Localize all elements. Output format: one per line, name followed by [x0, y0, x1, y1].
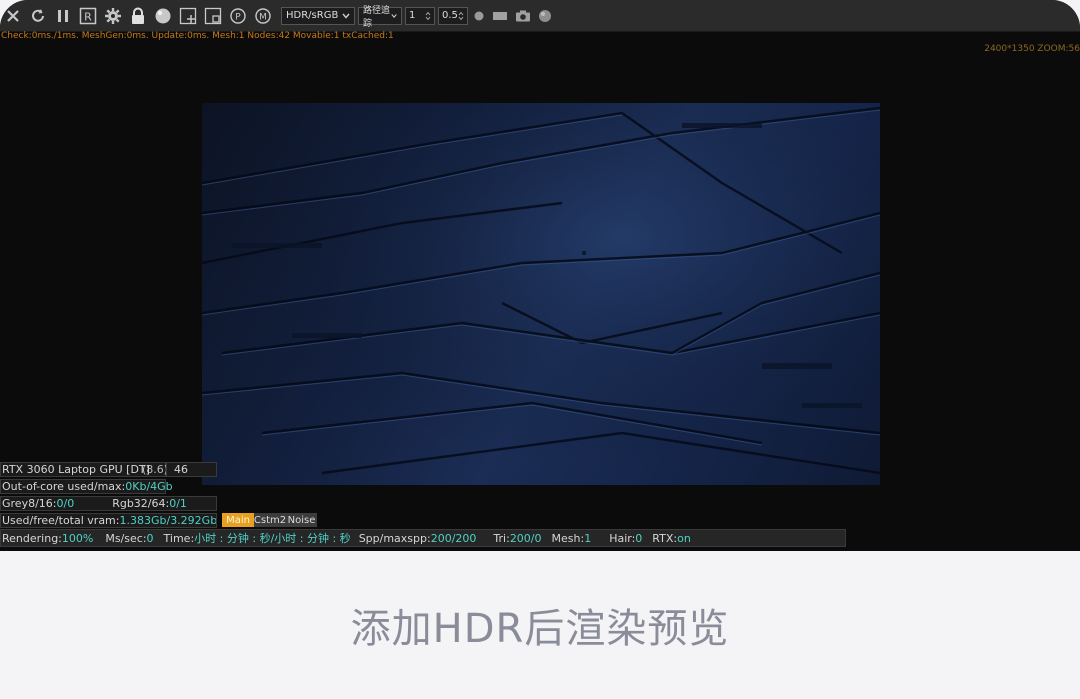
dot-icon[interactable] [471, 5, 487, 27]
gpu-name-panel: RTX 3060 Laptop GPU [DT] (8.6) [0, 462, 169, 477]
image-node-icon[interactable] [202, 5, 224, 27]
spin-input-2[interactable]: 0.5 [438, 6, 468, 25]
render-image [202, 103, 880, 485]
gpu-value: 46 [174, 463, 188, 476]
tab-noise[interactable]: Noise [286, 513, 317, 527]
toolbar: R P M HDR/sRGB 路径追踪 1 0.5 [0, 0, 1080, 32]
gpu-name: RTX 3060 Laptop GPU [DT] [2, 463, 150, 476]
film-icon[interactable] [490, 5, 510, 27]
stepper-icon [425, 11, 431, 20]
spin-input-1-value: 1 [409, 10, 416, 21]
tri-value: 200/0 [509, 531, 542, 545]
rgb-value: 0/1 [169, 497, 187, 510]
pause-icon[interactable] [52, 5, 74, 27]
tab-cstm2[interactable]: Cstm2 [254, 513, 286, 527]
camera-icon[interactable] [513, 5, 533, 27]
gpu-value-panel: 46 [166, 462, 217, 477]
render-viewport[interactable] [202, 103, 880, 485]
rendering-label: Rendering: [2, 531, 62, 545]
out-of-core-label: Out-of-core used/max: [2, 480, 126, 493]
vram-value: 1.383Gb/3.292Gb/6G [119, 514, 217, 527]
grey-label: Grey8/16: [2, 497, 57, 510]
grey-value: 0/0 [56, 497, 75, 510]
m-icon[interactable]: M [252, 5, 274, 27]
lock-icon[interactable] [127, 5, 149, 27]
render-app: R P M HDR/sRGB 路径追踪 1 0.5 Check:0ms./1ms… [0, 0, 1080, 551]
vram-panel: Used/free/total vram: 1.383Gb/3.292Gb/6G [0, 513, 217, 528]
ms-label: Ms/sec: [105, 531, 147, 545]
vram-label: Used/free/total vram: [2, 514, 120, 527]
rtx-label: RTX: [652, 531, 678, 545]
tri-label: Tri: [493, 531, 510, 545]
path-select[interactable]: 路径追踪 [358, 6, 402, 29]
svg-text:R: R [84, 10, 92, 23]
rgb-label: Rgb32/64: [112, 497, 170, 510]
response-select[interactable]: HDR/sRGB [281, 6, 355, 25]
chevron-down-icon [391, 13, 397, 18]
gear-icon[interactable] [102, 5, 124, 27]
time-label: Time: [163, 531, 195, 545]
globe-icon[interactable] [536, 5, 554, 27]
screenshot-frame: R P M HDR/sRGB 路径追踪 1 0.5 Check:0ms./1ms… [0, 0, 1080, 699]
svg-text:P: P [235, 12, 241, 22]
hair-label: Hair: [609, 531, 636, 545]
rendering-value: 100% [61, 531, 94, 545]
path-select-value: 路径追踪 [363, 5, 391, 29]
spp-value: 200/200 [430, 531, 477, 545]
p-icon[interactable]: P [227, 5, 249, 27]
spin-input-1[interactable]: 1 [405, 6, 435, 25]
perf-stats-line: Check:0ms./1ms. MeshGen:0ms. Update:0ms.… [1, 31, 394, 41]
gpu-overlap: (8.6) [141, 463, 169, 476]
spp-label: Spp/maxspp: [358, 531, 431, 545]
response-select-value: HDR/sRGB [286, 10, 339, 21]
mesh-label: Mesh: [551, 531, 585, 545]
out-of-core-panel: Out-of-core used/max: 0Kb/4Gb [0, 479, 173, 494]
resolution-zoom-readout: 2400*1350 ZOOM:56 [984, 44, 1080, 54]
spin-input-2-value: 0.5 [442, 10, 458, 21]
caption: 添加HDR后渲染预览 [350, 606, 730, 652]
mesh-value: 1 [584, 531, 592, 545]
hair-value: 0 [635, 531, 643, 545]
svg-text:M: M [259, 12, 267, 22]
sphere-icon[interactable] [152, 5, 174, 27]
out-of-core-value: 0Kb/4Gb [125, 480, 173, 493]
ms-value: 0 [146, 531, 154, 545]
time-value: 小时 : 分钟 : 秒/小时 : 分钟 : 秒 [194, 532, 351, 545]
texture-panel: Grey8/16: 0/0 Rgb32/64: 0/1 [0, 496, 217, 511]
add-node-icon[interactable] [177, 5, 199, 27]
render-status-bar: Rendering: 100% Ms/sec: 0 Time: 小时 : 分钟 … [0, 529, 846, 547]
chevron-down-icon [342, 13, 350, 19]
rtx-value: on [677, 531, 691, 545]
tab-main[interactable]: Main [222, 513, 254, 527]
close-icon[interactable] [2, 5, 24, 27]
stepper-icon [458, 11, 464, 20]
r-icon[interactable]: R [77, 5, 99, 27]
refresh-icon[interactable] [27, 5, 49, 27]
